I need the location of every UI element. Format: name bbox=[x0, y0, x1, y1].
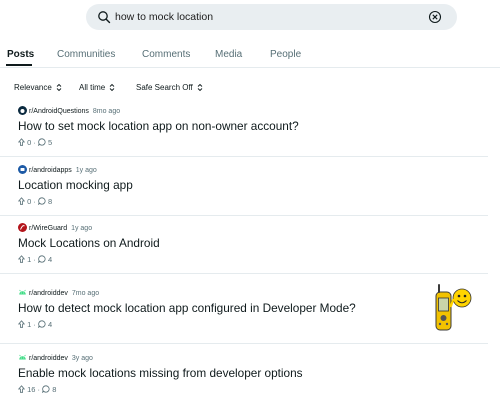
search-result[interactable]: r/androiddev 3y ago Enable mock location… bbox=[0, 353, 488, 400]
post-stats: 0 · 5 bbox=[17, 138, 53, 148]
tab-people[interactable]: People bbox=[270, 48, 301, 62]
subreddit-name[interactable]: r/androiddev bbox=[29, 290, 68, 297]
active-tab-indicator bbox=[6, 64, 32, 66]
search-result[interactable]: r/androidapps 1y ago Location mocking ap… bbox=[0, 165, 488, 216]
comment-icon bbox=[38, 138, 46, 147]
android-robot-icon bbox=[18, 288, 27, 297]
vote-count: 1 bbox=[27, 320, 32, 329]
comment-count: 4 bbox=[48, 255, 53, 264]
post-title[interactable]: How to set mock location app on non-owne… bbox=[18, 118, 299, 134]
post-stats: 1 · 4 bbox=[17, 255, 53, 265]
upvote-icon bbox=[17, 385, 26, 393]
tab-communities[interactable]: Communities bbox=[57, 48, 115, 62]
comment-icon bbox=[42, 385, 50, 394]
search-result[interactable]: r/WireGuard 1y ago Mock Locations on And… bbox=[0, 223, 488, 274]
result-meta: r/androidapps 1y ago bbox=[18, 165, 97, 175]
post-title[interactable]: Enable mock locations missing from devel… bbox=[18, 365, 303, 381]
search-result[interactable]: r/androiddev 7mo ago How to detect mock … bbox=[0, 284, 488, 344]
post-title[interactable]: Location mocking app bbox=[18, 177, 133, 193]
tab-comments[interactable]: Comments bbox=[142, 48, 190, 62]
result-meta: r/androiddev 3y ago bbox=[18, 353, 93, 363]
sort-dropdown-label: Relevance bbox=[14, 83, 52, 92]
tabs-divider bbox=[0, 67, 500, 68]
subreddit-name[interactable]: r/androidapps bbox=[29, 167, 72, 174]
vote-count: 16 bbox=[27, 385, 36, 394]
comment-count: 8 bbox=[48, 197, 53, 206]
comment-count: 5 bbox=[48, 138, 53, 147]
post-age: 1y ago bbox=[71, 225, 93, 232]
subreddit-name[interactable]: r/AndroidQuestions bbox=[29, 108, 89, 115]
search-input[interactable]: how to mock location bbox=[115, 9, 213, 25]
search-bar[interactable]: how to mock location bbox=[86, 4, 457, 30]
vote-count: 1 bbox=[27, 255, 32, 264]
subreddit-name[interactable]: r/WireGuard bbox=[29, 225, 67, 232]
comment-icon bbox=[38, 320, 46, 329]
chevron-up-down-icon bbox=[197, 84, 203, 92]
result-meta: r/AndroidQuestions 8mo ago bbox=[18, 106, 120, 116]
post-thumbnail-gps-icon[interactable] bbox=[432, 284, 476, 334]
time-dropdown-label: All time bbox=[79, 83, 106, 92]
chevron-up-down-icon bbox=[110, 84, 115, 92]
post-title[interactable]: How to detect mock location app configur… bbox=[18, 300, 356, 316]
post-age: 7mo ago bbox=[71, 290, 100, 297]
post-stats: 16 · 8 bbox=[17, 385, 57, 395]
vote-count: 0 bbox=[27, 197, 32, 206]
comment-count: 8 bbox=[52, 385, 57, 394]
safe-search-dropdown[interactable]: Safe Search Off bbox=[136, 82, 203, 94]
result-meta: r/WireGuard 1y ago bbox=[18, 223, 92, 233]
android-robot-icon bbox=[18, 353, 27, 362]
subreddit-avatar-icon bbox=[18, 223, 27, 232]
comment-icon bbox=[38, 255, 46, 264]
chevron-up-down-icon bbox=[56, 84, 62, 92]
post-age: 1y ago bbox=[75, 167, 97, 174]
post-age: 8mo ago bbox=[92, 108, 121, 115]
search-icon bbox=[98, 11, 111, 24]
upvote-icon bbox=[17, 255, 26, 263]
vote-count: 0 bbox=[27, 138, 32, 147]
clear-search-icon[interactable] bbox=[428, 10, 442, 24]
subreddit-name[interactable]: r/androiddev bbox=[29, 355, 68, 362]
subreddit-avatar-icon bbox=[18, 165, 27, 174]
post-title[interactable]: Mock Locations on Android bbox=[18, 235, 160, 251]
safe-search-dropdown-label: Safe Search Off bbox=[136, 83, 193, 92]
sort-dropdown[interactable]: Relevance bbox=[14, 82, 62, 94]
search-result[interactable]: r/AndroidQuestions 8mo ago How to set mo… bbox=[0, 106, 488, 157]
post-age: 3y ago bbox=[71, 355, 93, 362]
post-stats: 0 · 8 bbox=[17, 197, 53, 207]
upvote-icon bbox=[17, 138, 26, 146]
upvote-icon bbox=[17, 320, 26, 328]
upvote-icon bbox=[17, 197, 26, 205]
tab-media[interactable]: Media bbox=[215, 48, 242, 62]
comment-icon bbox=[38, 197, 46, 206]
results-tabs: Posts Communities Comments Media People bbox=[0, 44, 500, 68]
post-stats: 1 · 4 bbox=[17, 320, 53, 330]
time-dropdown[interactable]: All time bbox=[79, 82, 115, 94]
filter-bar: Relevance All time Safe Search Off bbox=[0, 82, 500, 96]
comment-count: 4 bbox=[48, 320, 53, 329]
result-meta: r/androiddev 7mo ago bbox=[18, 288, 99, 298]
tab-posts[interactable]: Posts bbox=[7, 48, 34, 62]
subreddit-avatar-icon bbox=[18, 106, 27, 115]
